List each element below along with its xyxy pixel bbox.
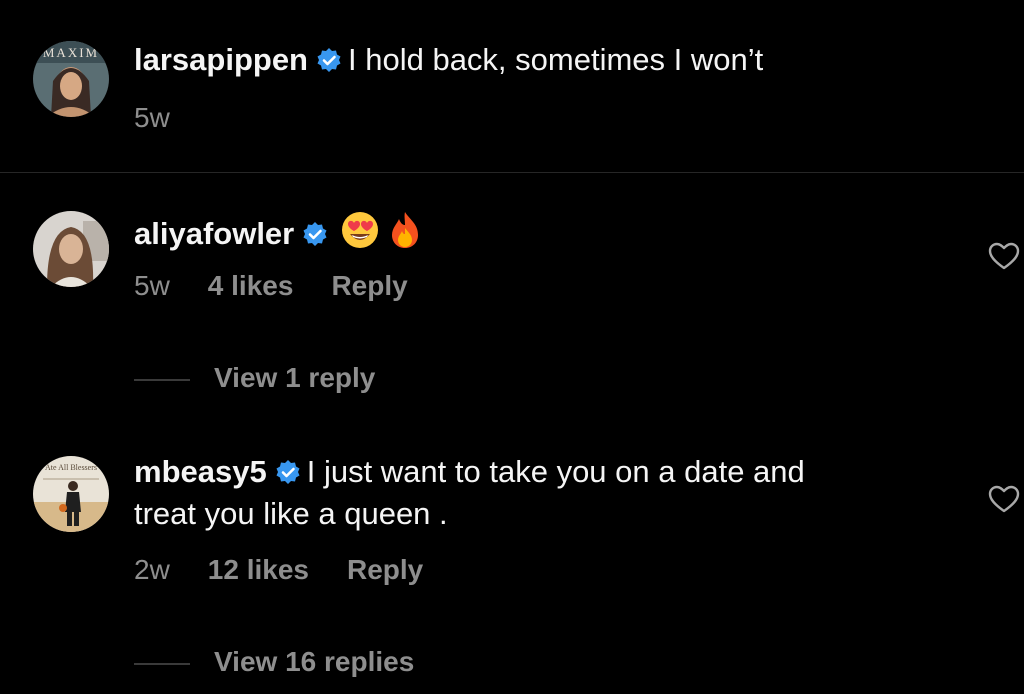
heart-eyes-emoji-icon xyxy=(340,210,380,260)
timestamp: 2w xyxy=(134,554,170,585)
comment-line: larsapippen I hold back, sometimes I won’… xyxy=(134,40,763,83)
view-replies-link[interactable]: View 16 replies xyxy=(134,646,414,678)
comment-aliyafowler: aliyafowler 5w 4 likes Reply View 1 reply xyxy=(0,172,1024,412)
likes-count[interactable]: 12 likes xyxy=(208,554,309,585)
replies-divider xyxy=(134,378,190,381)
reply-button[interactable]: Reply xyxy=(347,554,423,585)
verified-badge-icon xyxy=(316,43,342,83)
username[interactable]: mbeasy5 xyxy=(134,454,267,489)
comment-mbeasy5: Ate All Blessers mbeasy5 I just want to t… xyxy=(0,412,1024,694)
username[interactable]: aliyafowler xyxy=(134,216,294,251)
verified-badge-icon xyxy=(275,455,301,495)
verified-badge-icon xyxy=(302,217,328,257)
likes-count[interactable]: 4 likes xyxy=(208,270,294,301)
magazine-cover-avatar-icon: MAXIM xyxy=(33,41,109,117)
portrait-avatar-icon xyxy=(33,211,109,287)
comment-text-line1: I just want to take you on a date and xyxy=(306,454,805,489)
svg-text:Ate All Blessers: Ate All Blessers xyxy=(45,463,97,472)
comment-meta: 2w 12 likes Reply xyxy=(134,554,461,586)
view-replies-link[interactable]: View 1 reply xyxy=(134,362,375,394)
avatar[interactable] xyxy=(33,211,109,287)
view-replies-label: View 16 replies xyxy=(214,646,415,677)
comment-line: treat you like a queen . xyxy=(134,494,448,534)
like-heart-icon[interactable] xyxy=(988,485,1020,518)
comment-line: mbeasy5 I just want to take you on a date… xyxy=(134,452,805,495)
avatar[interactable]: Ate All Blessers xyxy=(33,456,109,532)
comment-line: aliyafowler xyxy=(134,210,424,260)
replies-divider xyxy=(134,662,190,665)
avatar[interactable]: MAXIM xyxy=(33,41,109,117)
username[interactable]: larsapippen xyxy=(134,42,308,77)
reply-button[interactable]: Reply xyxy=(331,270,407,301)
comment-meta: 5w 4 likes Reply xyxy=(134,270,446,302)
svg-text:MAXIM: MAXIM xyxy=(43,45,99,60)
like-heart-icon[interactable] xyxy=(988,242,1020,275)
comment-text-line2: treat you like a queen . xyxy=(134,496,448,531)
timestamp: 5w xyxy=(134,102,170,133)
timestamp: 5w xyxy=(134,270,170,301)
comment-meta: 5w xyxy=(134,102,208,134)
fire-emoji-icon xyxy=(386,210,424,260)
basketball-gym-avatar-icon: Ate All Blessers xyxy=(33,456,109,532)
comment-text: I hold back, sometimes I won’t xyxy=(348,42,764,77)
view-replies-label: View 1 reply xyxy=(214,362,376,393)
comment-larsapippen: MAXIM larsapippen I hold back, sometimes … xyxy=(0,0,1024,172)
